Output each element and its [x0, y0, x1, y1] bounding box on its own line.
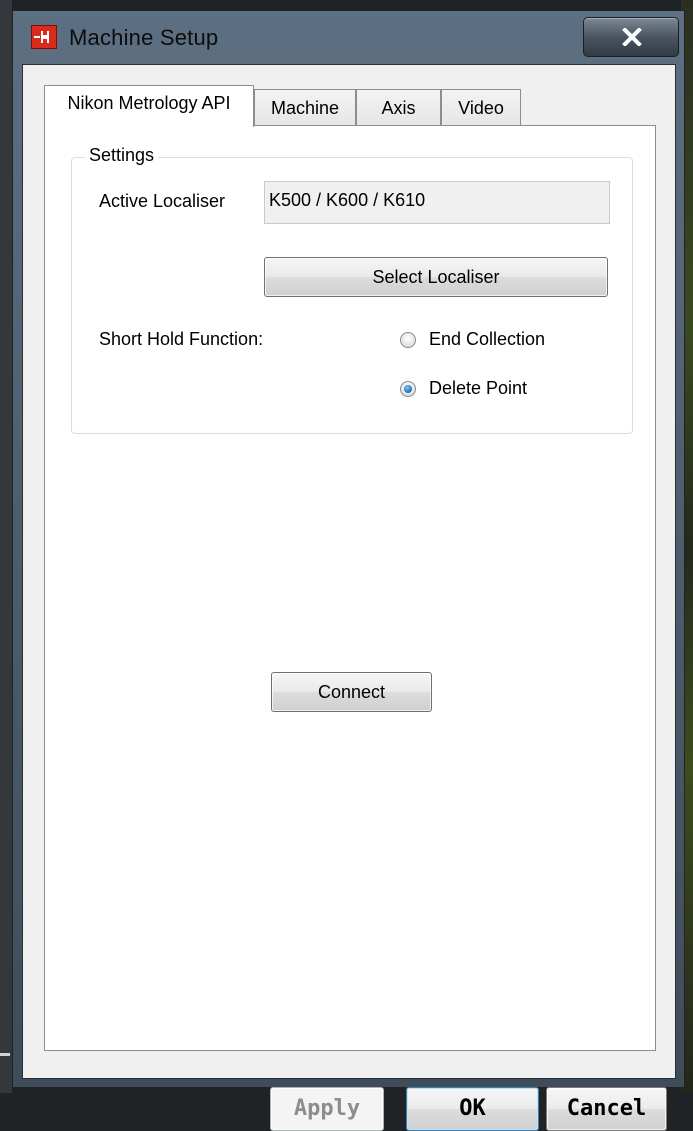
delete-point-label[interactable]: Delete Point [429, 378, 527, 399]
ok-button[interactable]: OK [406, 1087, 539, 1131]
app-icon[interactable] [31, 25, 57, 49]
delete-point-radio[interactable] [400, 381, 416, 397]
dialog-client-area: Nikon Metrology API Machine Axis Video S… [22, 64, 676, 1131]
apply-button[interactable]: Apply [270, 1087, 384, 1131]
tab-axis[interactable]: Axis [356, 89, 441, 125]
tab-nikon-metrology-api[interactable]: Nikon Metrology API [44, 85, 254, 127]
tab-machine[interactable]: Machine [254, 89, 356, 125]
close-icon [622, 28, 642, 46]
machine-setup-window: Machine Setup Nikon Metrology API Machin… [12, 10, 685, 1131]
settings-groupbox: Settings Active Localiser K500 / K600 / … [71, 145, 633, 434]
active-localiser-label: Active Localiser [99, 191, 226, 211]
connect-button[interactable]: Connect [271, 672, 432, 712]
settings-group-title: Settings [85, 145, 159, 166]
cancel-button[interactable]: Cancel [546, 1087, 667, 1131]
select-localiser-button[interactable]: Select Localiser [264, 257, 608, 297]
tab-video[interactable]: Video [441, 89, 521, 125]
end-collection-label[interactable]: End Collection [429, 329, 545, 350]
short-hold-function-label: Short Hold Function: [99, 329, 264, 349]
desktop-background-left [0, 0, 12, 1093]
close-button[interactable] [583, 17, 679, 57]
desktop-mark [0, 1053, 10, 1056]
title-bar[interactable]: Machine Setup [13, 11, 684, 63]
window-title: Machine Setup [69, 25, 219, 50]
active-localiser-field: K500 / K600 / K610 [264, 181, 610, 224]
end-collection-radio[interactable] [400, 332, 416, 348]
tab-strip: Nikon Metrology API Machine Axis Video [44, 85, 664, 127]
tab-panel-nikon-metrology-api: Settings Active Localiser K500 / K600 / … [44, 125, 656, 1051]
